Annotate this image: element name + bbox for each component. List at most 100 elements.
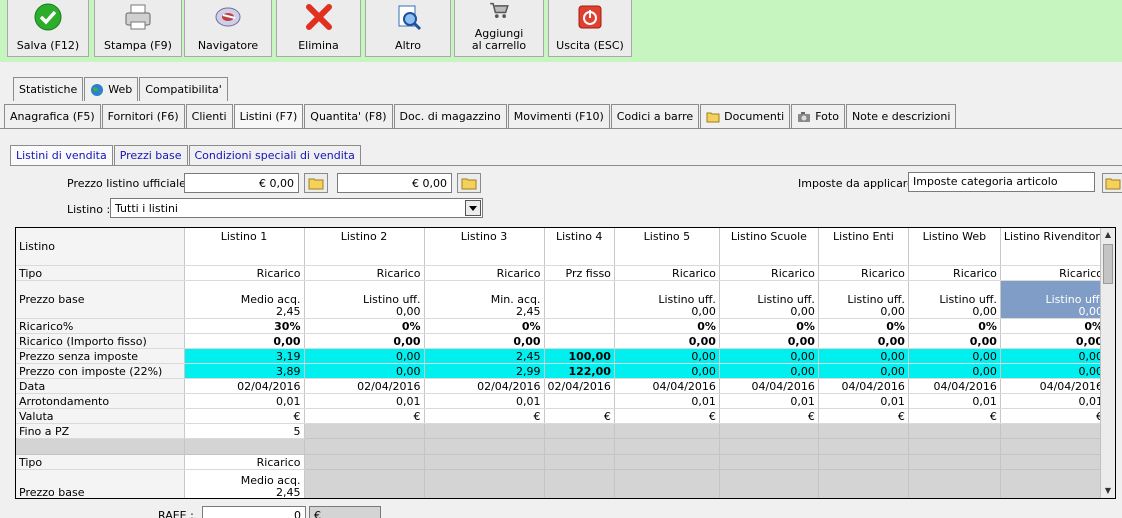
tab-compatibilita[interactable]: Compatibilita': [139, 77, 228, 101]
grid-cell[interactable]: Listino uff. 0,00: [719, 280, 819, 319]
grid-cell[interactable]: 0%: [908, 318, 1001, 334]
grid-cell[interactable]: 2,45: [424, 348, 545, 364]
subtab-listini-vendita[interactable]: Listini di vendita: [10, 145, 113, 165]
grid-cell[interactable]: Ricarico: [304, 265, 425, 281]
grid-cell[interactable]: 0,00: [614, 348, 720, 364]
grid-cell[interactable]: Listino uff. 0,00: [304, 280, 425, 319]
imposte-folder-button[interactable]: [1102, 173, 1122, 193]
grid-cell[interactable]: 02/04/2016: [184, 378, 305, 394]
grid-cell[interactable]: 0,00: [818, 363, 909, 379]
grid-cell[interactable]: [544, 423, 615, 439]
grid-cell[interactable]: Min. acq. 2,45: [424, 280, 545, 319]
column-header[interactable]: Listino 1: [184, 228, 305, 266]
grid-cell[interactable]: 02/04/2016: [424, 378, 545, 394]
grid-cell[interactable]: 0,00: [818, 348, 909, 364]
grid-cell[interactable]: 2,99: [424, 363, 545, 379]
grid-cell[interactable]: 0,00: [424, 333, 545, 349]
grid-cell[interactable]: Ricarico: [614, 265, 720, 281]
tab-movimenti[interactable]: Movimenti (F10): [507, 104, 610, 128]
tab-foto[interactable]: Foto: [791, 104, 845, 128]
grid-cell[interactable]: 30%: [184, 318, 305, 334]
column-header[interactable]: Listino Scuole: [719, 228, 819, 266]
delete-button[interactable]: Elimina: [276, 0, 361, 57]
grid-cell[interactable]: €: [424, 408, 545, 424]
navigator-button[interactable]: Navigatore: [184, 0, 272, 57]
tab-quantita[interactable]: Quantita' (F8): [304, 104, 393, 128]
grid-cell[interactable]: [1000, 423, 1108, 439]
imposte-field[interactable]: Imposte categoria articolo: [908, 172, 1095, 192]
grid-cell[interactable]: Ricarico: [908, 265, 1001, 281]
grid-cell[interactable]: 0%: [719, 318, 819, 334]
grid-cell[interactable]: 0%: [614, 318, 720, 334]
grid-cell[interactable]: 0,00: [719, 348, 819, 364]
prezzo-folder-button-1[interactable]: [304, 173, 328, 193]
prezzo-folder-button-2[interactable]: [457, 173, 481, 193]
grid-cell[interactable]: [614, 423, 720, 439]
grid-cell[interactable]: Ricarico: [424, 265, 545, 281]
grid-cell[interactable]: 3,19: [184, 348, 305, 364]
grid-cell[interactable]: 0%: [424, 318, 545, 334]
grid-cell[interactable]: 3,89: [184, 363, 305, 379]
column-header[interactable]: Listino Rivenditori: [1000, 228, 1108, 266]
grid-cell[interactable]: 0,00: [184, 333, 305, 349]
tab-anagrafica[interactable]: Anagrafica (F5): [4, 104, 101, 128]
grid-cell[interactable]: 0,00: [908, 333, 1001, 349]
grid-cell[interactable]: €: [304, 408, 425, 424]
grid-cell[interactable]: 0,00: [1000, 363, 1108, 379]
column-header[interactable]: Listino 5: [614, 228, 720, 266]
grid-cell[interactable]: [304, 423, 425, 439]
grid-cell[interactable]: 0,01: [424, 393, 545, 409]
grid-cell[interactable]: 100,00: [544, 348, 615, 364]
grid-cell[interactable]: 0,00: [304, 348, 425, 364]
grid-cell[interactable]: 0,01: [719, 393, 819, 409]
grid-cell[interactable]: 5: [184, 423, 305, 439]
grid-cell[interactable]: Ricarico: [184, 454, 305, 470]
subtab-prezzi-base[interactable]: Prezzi base: [113, 145, 188, 165]
grid-cell[interactable]: Medio acq. 2,45: [184, 469, 305, 498]
exit-button[interactable]: Uscita (ESC): [548, 0, 632, 57]
grid-cell[interactable]: 0,00: [614, 363, 720, 379]
grid-cell[interactable]: 0,01: [184, 393, 305, 409]
other-button[interactable]: Altro: [365, 0, 451, 57]
column-header[interactable]: Listino 4: [544, 228, 615, 266]
dropdown-arrow[interactable]: [465, 200, 481, 216]
print-button[interactable]: Stampa (F9): [94, 0, 182, 57]
grid-cell[interactable]: €: [544, 408, 615, 424]
grid-cell[interactable]: 0,01: [1000, 393, 1108, 409]
listino-select[interactable]: Tutti i listini: [110, 198, 483, 218]
grid-cell[interactable]: Medio acq. 2,45: [184, 280, 305, 319]
grid-cell[interactable]: 04/04/2016: [614, 378, 720, 394]
prezzo-listino-field-1[interactable]: € 0,00: [184, 173, 299, 193]
save-button[interactable]: Salva (F12): [7, 0, 89, 57]
subtab-condizioni-speciali[interactable]: Condizioni speciali di vendita: [188, 145, 361, 165]
grid-cell[interactable]: 122,00: [544, 363, 615, 379]
grid-cell[interactable]: Listino uff. 0,00: [818, 280, 909, 319]
tab-doc-magazzino[interactable]: Doc. di magazzino: [393, 104, 507, 128]
grid-cell[interactable]: €: [614, 408, 720, 424]
grid-cell[interactable]: 04/04/2016: [1000, 378, 1108, 394]
grid-scrollbar[interactable]: ▲ ▼: [1100, 228, 1115, 498]
grid-cell[interactable]: [424, 423, 545, 439]
grid-cell[interactable]: Ricarico: [184, 265, 305, 281]
grid-cell[interactable]: [544, 393, 615, 409]
grid-cell[interactable]: Ricarico: [1000, 265, 1108, 281]
grid-cell[interactable]: 0,00: [908, 348, 1001, 364]
grid-cell[interactable]: 0,01: [304, 393, 425, 409]
grid-cell[interactable]: Prz fisso: [544, 265, 615, 281]
grid-cell[interactable]: 0,01: [908, 393, 1001, 409]
tab-statistiche[interactable]: Statistiche: [13, 77, 84, 101]
grid-cell[interactable]: 0,00: [304, 363, 425, 379]
grid-cell[interactable]: 0,00: [614, 333, 720, 349]
raee-field[interactable]: 0: [202, 506, 306, 518]
grid-cell[interactable]: 04/04/2016: [908, 378, 1001, 394]
grid-cell[interactable]: [908, 423, 1001, 439]
column-header[interactable]: Listino Web: [908, 228, 1001, 266]
grid-cell[interactable]: €: [184, 408, 305, 424]
grid-cell[interactable]: 0,00: [1000, 333, 1108, 349]
scroll-down-arrow[interactable]: ▼: [1101, 484, 1115, 498]
tab-fornitori[interactable]: Fornitori (F6): [101, 104, 185, 128]
grid-cell[interactable]: [544, 318, 615, 334]
grid-cell[interactable]: €: [908, 408, 1001, 424]
grid-cell[interactable]: 04/04/2016: [719, 378, 819, 394]
grid-cell[interactable]: 02/04/2016: [544, 378, 615, 394]
